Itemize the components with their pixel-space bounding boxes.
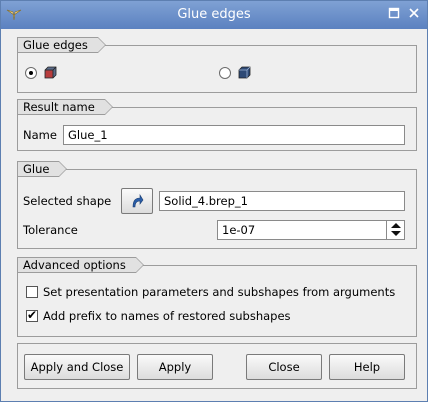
glue-group-label: Glue xyxy=(17,161,69,177)
selected-shape-input[interactable]: Solid_4.brep_1 xyxy=(159,191,405,211)
tolerance-spinner[interactable] xyxy=(386,220,404,240)
name-label: Name xyxy=(23,128,57,142)
spin-up-icon[interactable] xyxy=(390,222,402,229)
spin-down-icon[interactable] xyxy=(390,230,402,237)
set-presentation-checkbox[interactable] xyxy=(26,286,38,298)
apply-and-close-button[interactable]: Apply and Close xyxy=(24,354,130,380)
name-input[interactable]: Glue_1 xyxy=(63,125,405,145)
window-title: Glue edges xyxy=(177,7,251,22)
add-prefix-checkbox[interactable]: ✔ xyxy=(26,308,38,322)
box-solid-icon xyxy=(44,66,57,79)
help-button[interactable]: Help xyxy=(329,354,405,380)
set-presentation-label: Set presentation parameters and subshape… xyxy=(43,285,396,299)
advanced-options-group-label: Advanced options xyxy=(17,257,144,273)
box-shape-icon xyxy=(238,66,251,79)
checkmark-icon: ✔ xyxy=(27,308,38,322)
close-button[interactable]: Close xyxy=(246,354,322,380)
close-icon[interactable] xyxy=(407,7,421,21)
apply-button[interactable]: Apply xyxy=(137,354,213,380)
radio-solid-mode[interactable] xyxy=(25,67,37,79)
advanced-options-group xyxy=(17,265,417,337)
glue-edges-group-label: Glue edges xyxy=(17,37,106,53)
dialog-window: Glue edges Glue edges Result name Name G… xyxy=(0,0,428,402)
result-name-group-label: Result name xyxy=(17,99,113,115)
title-bar: Glue edges xyxy=(1,1,427,29)
radio-shape-mode[interactable] xyxy=(219,67,231,79)
selected-shape-label: Selected shape xyxy=(23,194,112,208)
select-shape-button[interactable] xyxy=(121,188,153,214)
tolerance-input[interactable]: 1e-07 xyxy=(217,220,405,240)
select-arrow-icon xyxy=(132,194,144,208)
tolerance-label: Tolerance xyxy=(23,223,78,237)
add-prefix-label: Add prefix to names of restored subshape… xyxy=(43,309,291,323)
maximize-icon[interactable] xyxy=(387,7,401,21)
